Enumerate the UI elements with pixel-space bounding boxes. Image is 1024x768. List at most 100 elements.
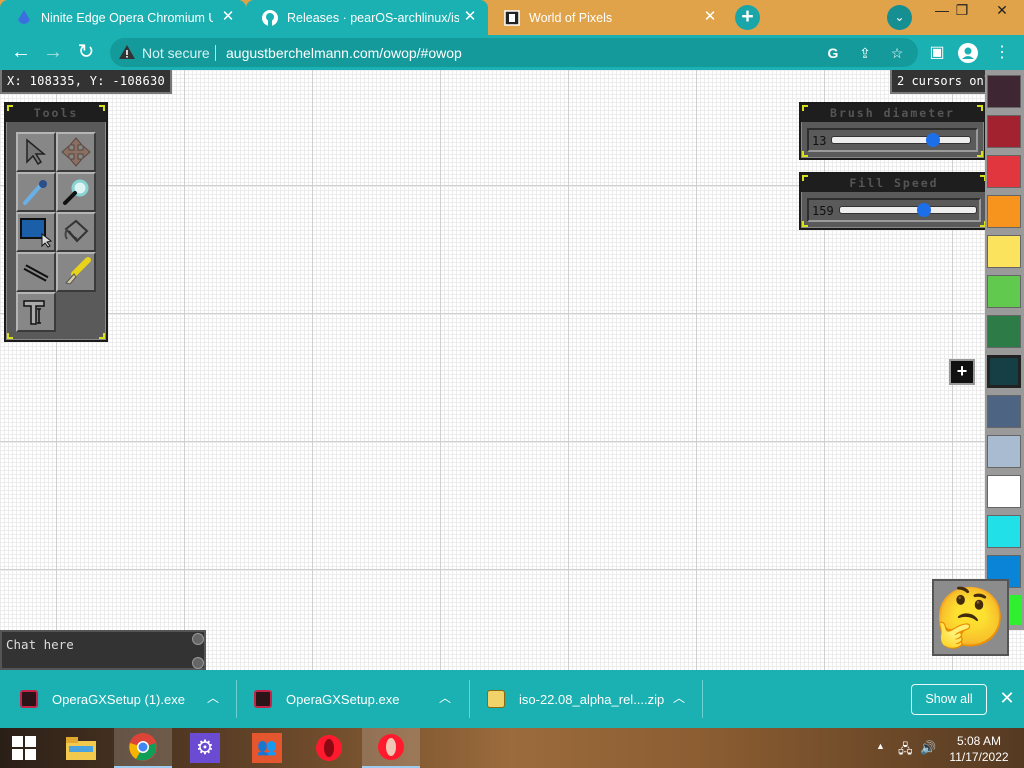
palette-swatch[interactable] — [987, 75, 1021, 108]
side-panel-icon[interactable]: ▣ — [927, 43, 947, 63]
tab-title: Releases · pearOS-archlinux/iso — [287, 10, 459, 25]
pipette-tool-button[interactable] — [16, 172, 56, 212]
tab-releases[interactable]: Releases · pearOS-archlinux/iso ✕ — [246, 0, 488, 35]
share-icon[interactable]: ⇪ — [856, 44, 874, 62]
palette-swatch[interactable] — [987, 195, 1021, 228]
palette-swatch[interactable] — [987, 435, 1021, 468]
download-menu-caret-icon[interactable]: ︿ — [204, 689, 222, 706]
download-filename: iso-22.08_alpha_rel....zip — [519, 691, 665, 707]
text-tool-icon — [23, 300, 45, 325]
text-tool-button[interactable] — [16, 292, 56, 332]
reload-icon[interactable]: ↻ — [73, 40, 99, 66]
forward-icon[interactable]: → — [40, 40, 66, 66]
area-select-tool-button[interactable] — [16, 212, 56, 252]
taskbar-file-explorer[interactable] — [52, 728, 110, 768]
pixel-canvas[interactable]: X: 108335, Y: -108630 2 cursors online T… — [0, 70, 1024, 670]
url-text[interactable]: augustberchelmann.com/owop/#owop — [226, 45, 462, 61]
tab-close-icon[interactable]: ✕ — [462, 9, 478, 25]
restore-icon[interactable]: ❐ — [945, 0, 979, 22]
brush-diameter-window[interactable]: Brush diameter 13 — [799, 102, 986, 160]
taskbar-settings[interactable]: ⚙ — [176, 728, 234, 768]
omnibox-divider — [215, 45, 216, 61]
paint-brush-tool-button[interactable] — [56, 252, 96, 292]
tab-close-icon[interactable]: ✕ — [220, 9, 236, 25]
download-menu-caret-icon[interactable]: ︿ — [436, 689, 454, 706]
tab-world-of-pixels[interactable]: World of Pixels ✕ — [488, 0, 728, 35]
show-hidden-icons-icon[interactable]: ▲ — [876, 741, 885, 751]
volume-icon[interactable]: 🔊 — [920, 740, 936, 756]
close-downloads-icon[interactable]: ✕ — [997, 688, 1017, 708]
palette-swatch[interactable] — [987, 275, 1021, 308]
profile-avatar-icon[interactable] — [958, 43, 978, 63]
brush-slider-thumb[interactable] — [925, 133, 940, 147]
brush-diameter-control: 13 — [807, 128, 978, 152]
palette-swatch[interactable] — [987, 155, 1021, 188]
tab-title: World of Pixels — [529, 10, 613, 25]
fill-speed-slider[interactable] — [839, 203, 977, 217]
add-color-button[interactable]: + — [949, 359, 975, 385]
palette-swatch[interactable] — [987, 315, 1021, 348]
download-item[interactable]: OperaGXSetup (1).exe ︿ — [20, 670, 230, 728]
tab-close-icon[interactable]: ✕ — [702, 9, 718, 25]
palette-swatch[interactable] — [987, 515, 1021, 548]
chat-scroll-up-icon[interactable] — [192, 633, 204, 645]
security-label[interactable]: Not secure — [142, 45, 210, 61]
taskbar-chrome[interactable] — [114, 728, 172, 768]
taskbar-people[interactable]: 👥 — [238, 728, 296, 768]
palette-swatch[interactable] — [987, 395, 1021, 428]
pipette-icon — [23, 180, 47, 205]
taskbar-opera-active[interactable] — [362, 728, 420, 768]
fill-speed-window[interactable]: Fill Speed 159 — [799, 172, 989, 230]
system-clock[interactable]: 5:08 AM 11/17/2022 — [935, 733, 1023, 765]
fill-speed-value: 159 — [812, 204, 834, 218]
network-icon[interactable]: 🖧 — [898, 740, 913, 762]
line-tool-button[interactable] — [16, 252, 56, 292]
new-tab-button[interactable]: + — [735, 5, 760, 30]
start-button[interactable] — [0, 728, 48, 768]
zoom-tool-button[interactable] — [56, 172, 96, 212]
cursor-tool-button[interactable] — [16, 132, 56, 172]
move-tool-button[interactable] — [56, 132, 96, 172]
google-icon[interactable]: G — [824, 44, 842, 62]
edge-icon — [16, 9, 32, 26]
fill-speed-control: 159 — [807, 198, 981, 222]
download-item[interactable]: iso-22.08_alpha_rel....zip ︿ — [487, 670, 697, 728]
taskbar-opera[interactable] — [300, 728, 358, 768]
fill-tool-button[interactable] — [56, 212, 96, 252]
fill-speed-title[interactable]: Fill Speed — [801, 174, 987, 192]
download-item[interactable]: OperaGXSetup.exe ︿ — [254, 670, 464, 728]
bookmark-star-icon[interactable]: ☆ — [888, 44, 906, 62]
palette-swatch[interactable] — [987, 115, 1021, 148]
window-corner — [802, 175, 808, 181]
address-bar[interactable]: Not secure augustberchelmann.com/owop/#o… — [110, 38, 918, 67]
palette-swatch-green[interactable] — [1009, 595, 1022, 625]
menu-kebab-icon[interactable]: ⋮ — [992, 43, 1012, 63]
chat-scroll-down-icon[interactable] — [192, 657, 204, 669]
palette-swatch[interactable] — [987, 235, 1021, 268]
move-arrows-icon — [61, 137, 91, 167]
magnifier-icon — [63, 179, 89, 205]
chat-box[interactable]: Chat here — [0, 630, 206, 670]
tools-window[interactable]: Tools — [4, 102, 108, 342]
chat-input[interactable]: Chat here — [6, 637, 74, 652]
brush-diameter-title[interactable]: Brush diameter — [801, 104, 984, 122]
window-corner — [802, 221, 808, 227]
tools-window-title[interactable]: Tools — [6, 104, 106, 122]
back-icon[interactable]: ← — [8, 40, 34, 66]
windows-logo-icon — [12, 736, 36, 760]
window-corner — [977, 151, 983, 157]
show-all-downloads-button[interactable]: Show all — [911, 684, 987, 715]
fill-slider-thumb[interactable] — [917, 203, 932, 217]
window-corner — [7, 333, 13, 339]
palette-swatch[interactable] — [987, 475, 1021, 508]
download-divider — [236, 680, 237, 718]
window-corner — [7, 105, 13, 111]
palette-swatch[interactable] — [987, 355, 1021, 388]
download-menu-caret-icon[interactable]: ︿ — [670, 689, 688, 706]
thinking-emoji-icon: 🤔 — [932, 579, 1009, 656]
tab-ninite[interactable]: Ninite Edge Opera Chromium Un ✕ — [0, 0, 246, 35]
close-window-icon[interactable]: ✕ — [985, 0, 1019, 22]
brush-diameter-slider[interactable] — [831, 133, 971, 147]
tab-search-chevron-icon[interactable]: ⌄ — [887, 5, 912, 30]
warning-icon[interactable] — [118, 44, 136, 60]
